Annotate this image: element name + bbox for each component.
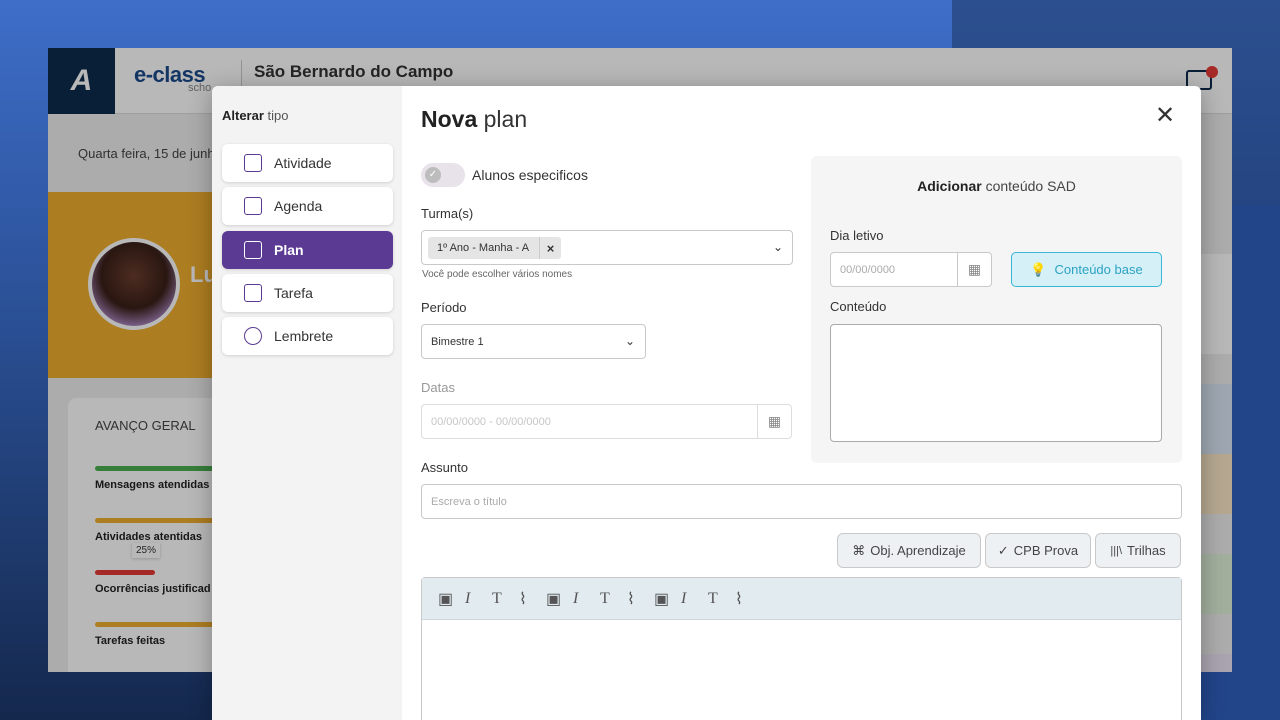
conteudo-textarea[interactable] xyxy=(830,324,1162,442)
dia-letivo-input[interactable]: 00/00/0000 ▦ xyxy=(830,252,992,287)
conteudo-label: Conteúdo xyxy=(830,299,887,314)
image-icon[interactable]: ▣ xyxy=(654,589,681,609)
type-label: Plan xyxy=(274,242,304,258)
image-icon[interactable]: ▣ xyxy=(546,589,573,609)
task-icon xyxy=(244,284,262,302)
type-label: Agenda xyxy=(274,198,323,214)
calendar-icon[interactable]: ▦ xyxy=(757,405,791,438)
conteudo-base-button[interactable]: 💡 Conteúdo base xyxy=(1011,252,1162,287)
type-label: Lembrete xyxy=(274,328,334,344)
reminder-icon xyxy=(244,327,262,345)
sad-title: Adicionar conteúdo SAD xyxy=(811,178,1182,194)
modal-title: Nova plan xyxy=(421,106,527,133)
command-icon: ⌘ xyxy=(852,542,866,558)
type-agenda-button[interactable]: Agenda xyxy=(222,187,393,225)
modal-title-bold: Nova xyxy=(421,106,478,132)
pill-label: Obj. Aprendizaje xyxy=(870,543,966,558)
turma-hint: Você pode escolher vários nomes xyxy=(422,269,573,280)
type-label: Tarefa xyxy=(274,285,313,301)
modal-main: Nova plan ✕ ✓ Alunos especificos Turma(s… xyxy=(402,86,1201,720)
type-plan-button[interactable]: Plan xyxy=(222,231,393,269)
editor-toolbar: ▣ I T ⌇ ▣ I T ⌇ ▣ I T ⌇ xyxy=(422,578,1181,620)
rich-text-editor[interactable]: ▣ I T ⌇ ▣ I T ⌇ ▣ I T ⌇ xyxy=(421,577,1182,720)
datas-placeholder: 00/00/0000 - 00/00/0000 xyxy=(431,416,551,428)
specific-students-toggle[interactable]: ✓ xyxy=(421,163,465,187)
turma-label: Turma(s) xyxy=(421,206,474,221)
cpb-prova-button[interactable]: ✓ CPB Prova xyxy=(985,533,1091,568)
text-icon[interactable]: T xyxy=(492,590,519,608)
library-icon: |||\ xyxy=(1110,544,1123,557)
attach-icon[interactable]: ⌇ xyxy=(735,589,762,609)
close-icon[interactable]: ✕ xyxy=(1155,104,1175,128)
periodo-label: Período xyxy=(421,300,467,315)
assunto-placeholder: Escreva o título xyxy=(431,496,507,508)
check-icon: ✓ xyxy=(425,167,441,183)
chevron-down-icon: ⌄ xyxy=(773,240,784,254)
toggle-label: Alunos especificos xyxy=(472,167,588,183)
obj-aprendizaje-button[interactable]: ⌘ Obj. Aprendizaje xyxy=(837,533,981,568)
calendar-check-icon xyxy=(244,241,262,259)
lightbulb-icon: 💡 xyxy=(1030,261,1047,277)
chip-label: 1º Ano - Manha - A xyxy=(437,242,530,254)
type-label: Atividade xyxy=(274,155,332,171)
type-sidebar: Alterar tipo Atividade Agenda Plan Taref… xyxy=(212,86,402,720)
attach-icon[interactable]: ⌇ xyxy=(519,589,546,609)
text-icon[interactable]: T xyxy=(600,590,627,608)
assunto-label: Assunto xyxy=(421,460,468,475)
image-icon[interactable]: ▣ xyxy=(438,589,465,609)
italic-icon[interactable]: I xyxy=(465,590,492,608)
attach-icon[interactable]: ⌇ xyxy=(627,589,654,609)
sidebar-title-bold: Alterar xyxy=(222,108,264,123)
calendar-icon[interactable]: ▦ xyxy=(957,253,991,286)
chevron-down-icon: ⌄ xyxy=(625,334,636,348)
turma-select[interactable]: 1º Ano - Manha - A × ⌄ xyxy=(421,230,793,265)
modal-title-rest: plan xyxy=(477,106,528,132)
type-lembrete-button[interactable]: Lembrete xyxy=(222,317,393,355)
italic-icon[interactable]: I xyxy=(681,590,708,608)
dia-letivo-label: Dia letivo xyxy=(830,228,884,243)
periodo-value: Bimestre 1 xyxy=(431,336,484,348)
datas-label: Datas xyxy=(421,380,455,395)
new-plan-modal: Alterar tipo Atividade Agenda Plan Taref… xyxy=(212,86,1201,720)
type-atividade-button[interactable]: Atividade xyxy=(222,144,393,182)
periodo-select[interactable]: Bimestre 1 ⌄ xyxy=(421,324,646,359)
sad-panel: Adicionar conteúdo SAD Dia letivo 00/00/… xyxy=(811,156,1182,463)
sad-title-rest: conteúdo SAD xyxy=(981,178,1076,194)
chip-remove-icon[interactable]: × xyxy=(539,237,561,259)
datas-input[interactable]: 00/00/0000 - 00/00/0000 ▦ xyxy=(421,404,792,439)
pill-label: CPB Prova xyxy=(1013,543,1079,558)
type-tarefa-button[interactable]: Tarefa xyxy=(222,274,393,312)
dia-letivo-placeholder: 00/00/0000 xyxy=(840,264,896,276)
button-label: Conteúdo base xyxy=(1054,262,1143,277)
pill-label: Trilhas xyxy=(1127,543,1166,558)
sidebar-title: Alterar tipo xyxy=(222,108,289,123)
sidebar-title-rest: tipo xyxy=(263,108,289,123)
check-circle-icon: ✓ xyxy=(997,542,1009,558)
assunto-input[interactable]: Escreva o título xyxy=(421,484,1182,519)
agenda-icon xyxy=(244,197,262,215)
italic-icon[interactable]: I xyxy=(573,590,600,608)
activity-icon xyxy=(244,154,262,172)
trilhas-button[interactable]: |||\ Trilhas xyxy=(1095,533,1181,568)
text-icon[interactable]: T xyxy=(708,590,735,608)
turma-chip: 1º Ano - Manha - A × xyxy=(428,237,562,259)
sad-title-bold: Adicionar xyxy=(917,178,982,194)
